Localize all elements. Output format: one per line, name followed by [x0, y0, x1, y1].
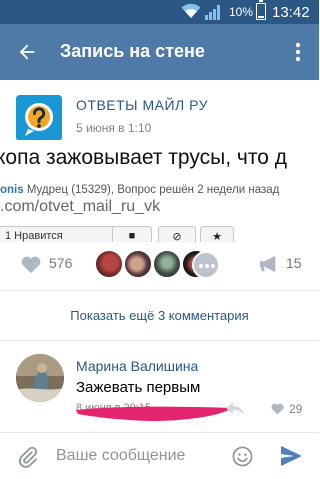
- star-icon: ★: [212, 231, 222, 242]
- emoji-icon[interactable]: [232, 446, 253, 467]
- comment-date: 8 июня в 20:15: [76, 402, 152, 414]
- commenter-photo: [16, 354, 64, 402]
- divider: [0, 290, 319, 291]
- image-url-text: .com/otvet_mail_ru_vk: [0, 198, 161, 215]
- wall-post-screen: 10% 13:42 Запись на стене ОТВЕТЫ МАЙЛ РУ…: [0, 0, 319, 479]
- divider: [0, 340, 319, 341]
- message-input[interactable]: [56, 443, 222, 469]
- image-star-button: ★: [200, 226, 234, 242]
- show-more-comments-link[interactable]: Показать ещё 3 комментария: [0, 308, 319, 323]
- post-image[interactable]: копа зажовывает трусы, что д onis Мудрец…: [0, 140, 319, 242]
- comment-heart-icon[interactable]: [270, 402, 285, 415]
- signal-icon: [205, 5, 220, 20]
- share-count[interactable]: 15: [286, 255, 302, 271]
- post-date: 5 июня в 1:10: [76, 121, 152, 135]
- community-avatar[interactable]: [16, 95, 62, 141]
- liker-avatar[interactable]: [152, 249, 182, 279]
- image-like-label: 1 Нравится: [5, 230, 63, 242]
- more-vertical-icon[interactable]: [288, 41, 308, 63]
- heart-icon[interactable]: [20, 254, 42, 274]
- wifi-icon: [181, 3, 201, 18]
- message-composer: [0, 432, 319, 479]
- comment-like-count[interactable]: 29: [289, 402, 302, 416]
- post-author[interactable]: ОТВЕТЫ МАЙЛ РУ: [76, 97, 208, 113]
- send-icon[interactable]: [280, 446, 302, 466]
- clock: 13:42: [272, 4, 310, 21]
- status-bar: 10% 13:42: [0, 0, 319, 24]
- post-actions: 576 15: [0, 242, 319, 286]
- question-bubble-icon: [16, 95, 62, 141]
- image-meta-rest: Мудрец (15329), Вопрос решён 2 недели на…: [23, 184, 280, 196]
- reply-icon[interactable]: [226, 402, 244, 414]
- paperclip-icon[interactable]: [18, 446, 38, 468]
- app-toolbar: Запись на стене: [0, 24, 319, 80]
- battery-icon: [256, 0, 266, 20]
- arrow-left-icon[interactable]: [16, 41, 38, 63]
- toolbar-title: Запись на стене: [60, 41, 205, 61]
- battery-percent: 10%: [229, 5, 254, 19]
- comment-author[interactable]: Марина Валишина: [76, 358, 198, 374]
- image-block-button: ⊘: [158, 226, 196, 242]
- comment-text: Зажевать первым: [76, 379, 201, 396]
- commenter-avatar[interactable]: [16, 354, 64, 402]
- more-likers-icon[interactable]: [192, 251, 220, 279]
- block-icon: ⊘: [172, 231, 182, 242]
- image-question-text: копа зажовывает трусы, что д: [0, 146, 287, 169]
- image-meta-line: onis Мудрец (15329), Вопрос решён 2 неде…: [0, 184, 279, 196]
- megaphone-icon[interactable]: [258, 254, 280, 274]
- image-like-button: 1 Нравится: [0, 226, 116, 242]
- image-share-button: ■: [112, 226, 152, 242]
- liker-avatar[interactable]: [94, 249, 124, 279]
- like-count[interactable]: 576: [49, 255, 72, 271]
- image-meta-name: onis: [0, 184, 24, 196]
- liker-avatar[interactable]: [123, 249, 153, 279]
- square-icon: ■: [128, 230, 136, 242]
